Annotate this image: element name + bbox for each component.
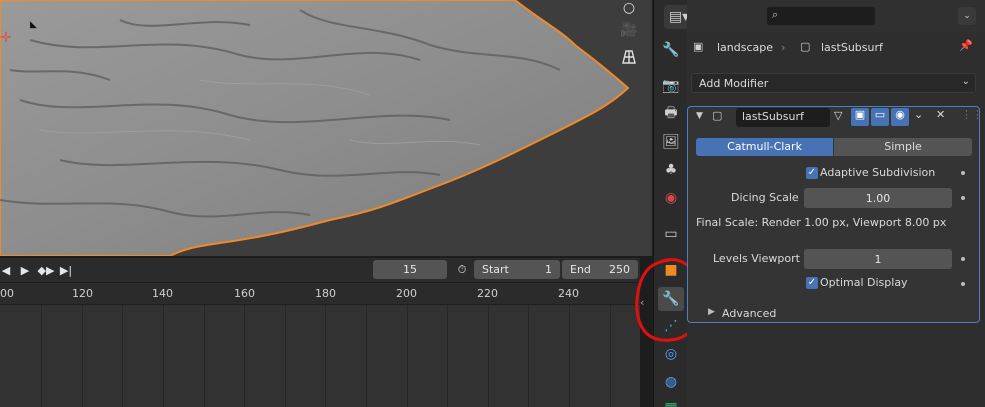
current-frame-field[interactable]: 15	[373, 260, 447, 279]
ruler-tick: 120	[72, 287, 93, 300]
end-frame-field[interactable]: End 250	[562, 260, 638, 279]
tab-simple[interactable]: Simple	[834, 138, 972, 156]
play-reverse-icon[interactable]: ◀	[0, 261, 12, 279]
grid-view-icon[interactable]	[617, 45, 641, 69]
start-value: 1	[545, 263, 552, 276]
levels-viewport-field[interactable]: 1	[804, 249, 952, 269]
keyframe-dot[interactable]	[961, 282, 965, 286]
modifier-object-icon: ▢	[800, 40, 811, 53]
properties-header: ⌕ ⌄	[687, 0, 985, 32]
advanced-expand-icon[interactable]: ▶	[708, 307, 715, 317]
breadcrumb: ▣ landscape › ▢ lastSubsurf	[693, 38, 963, 58]
ruler-tick: 200	[396, 287, 417, 300]
object-origin-icon: ✛	[0, 30, 12, 46]
play-icon[interactable]: ▶	[16, 261, 34, 279]
search-icon: ⌕	[772, 8, 779, 21]
output-tab-icon[interactable]: 🖶	[658, 102, 684, 126]
breadcrumb-separator-icon: ›	[781, 41, 786, 54]
next-keyframe-icon[interactable]: ◆▶	[36, 261, 56, 279]
scene-tab-icon[interactable]: ♣	[658, 158, 684, 182]
add-modifier-label: Add Modifier	[699, 77, 769, 90]
properties-search-input[interactable]: ⌕	[767, 7, 875, 25]
ruler-tick: 180	[315, 287, 336, 300]
start-frame-field[interactable]: Start 1	[474, 260, 560, 279]
camera-view-icon[interactable]: 🎥	[617, 18, 641, 42]
subsurf-icon: ▢	[712, 109, 723, 122]
ruler-tick: 00	[0, 287, 14, 300]
tab-catmull-clark-label: Catmull-Clark	[727, 140, 802, 153]
realtime-display-icon[interactable]: ▭	[871, 108, 889, 126]
properties-panel: ⌕ ⌄ ▣ landscape › ▢ lastSubsurf 📌 Add Mo…	[687, 0, 985, 407]
close-icon[interactable]: ✕	[936, 108, 945, 121]
3d-viewport[interactable]: ✛ ◣ ○ 🎥	[0, 0, 652, 256]
advanced-label[interactable]: Advanced	[722, 307, 776, 320]
cursor-icon: ◣	[30, 20, 37, 30]
keyframe-dot[interactable]	[961, 171, 965, 175]
ruler-tick: 160	[234, 287, 255, 300]
adaptive-subdivision-label: Adaptive Subdivision	[820, 166, 936, 179]
drag-handle-icon[interactable]: ⋮⋮	[961, 108, 983, 121]
modifier-name-input[interactable]: lastSubsurf	[736, 108, 830, 127]
breadcrumb-object: landscape	[717, 41, 774, 54]
timeline-body[interactable]	[0, 305, 640, 407]
modifier-name-value: lastSubsurf	[742, 110, 804, 123]
end-value: 250	[609, 263, 630, 276]
collection-tab-icon[interactable]: ▭	[658, 222, 684, 246]
tool-tab-icon[interactable]: 🔧	[658, 38, 684, 62]
options-dropdown-icon[interactable]: ⌄	[958, 7, 976, 25]
add-modifier-dropdown[interactable]: Add Modifier ⌄	[691, 73, 976, 93]
adaptive-subdivision-checkbox[interactable]: ✓	[806, 167, 818, 179]
tab-simple-label: Simple	[884, 140, 922, 153]
ruler-tick: 220	[477, 287, 498, 300]
world-tab-icon[interactable]: ◉	[658, 186, 684, 210]
ruler-tick: 140	[152, 287, 173, 300]
timeline-header: ◀ ▶ ◆▶ ▶| 15 ⏱ Start 1 End 250	[0, 258, 640, 282]
render-display-icon[interactable]: ◉	[891, 108, 909, 126]
edit-mode-icon[interactable]: ▣	[851, 108, 869, 126]
pin-icon[interactable]: 📌	[959, 39, 973, 52]
terrain-mesh	[0, 0, 630, 256]
final-scale-text: Final Scale: Render 1.00 px, Viewport 8.…	[696, 216, 947, 229]
on-cage-icon[interactable]: ▽	[834, 109, 842, 122]
ruler-tick: 240	[558, 287, 579, 300]
dropdown-chevron-icon[interactable]: ⌄	[914, 108, 923, 121]
view-layer-tab-icon[interactable]: 🖼	[658, 130, 684, 154]
chevron-down-icon: ⌄	[961, 76, 970, 87]
optimal-display-label: Optimal Display	[820, 276, 908, 289]
tab-catmull-clark[interactable]: Catmull-Clark	[696, 138, 833, 156]
levels-viewport-label: Levels Viewport	[713, 252, 800, 265]
timeline-ruler[interactable]: 00 120 140 160 180 200 220 240	[0, 283, 640, 305]
collapse-triangle-icon[interactable]: ▼	[696, 111, 703, 121]
dicing-scale-field[interactable]: 1.00	[804, 188, 952, 208]
stopwatch-icon[interactable]: ⏱	[453, 261, 471, 279]
data-tab-icon[interactable]: ▦	[658, 396, 684, 407]
dicing-scale-label: Dicing Scale	[731, 191, 799, 204]
render-tab-icon[interactable]: 📷	[658, 74, 684, 98]
jump-end-icon[interactable]: ▶|	[58, 261, 74, 279]
start-label: Start	[482, 263, 509, 276]
breadcrumb-modifier: lastSubsurf	[821, 41, 883, 54]
end-label: End	[570, 263, 591, 276]
optimal-display-checkbox[interactable]: ✓	[806, 277, 818, 289]
subsurf-modifier-panel: ▼ ▢ lastSubsurf ▽ ▣ ▭ ◉ ⌄ ✕ ⋮⋮ Catmull-C…	[687, 106, 983, 323]
constraints-tab-icon[interactable]: ◍	[658, 370, 684, 394]
keyframe-dot[interactable]	[961, 196, 965, 200]
mesh-object-icon: ▣	[693, 40, 704, 53]
keyframe-dot[interactable]	[961, 257, 965, 261]
